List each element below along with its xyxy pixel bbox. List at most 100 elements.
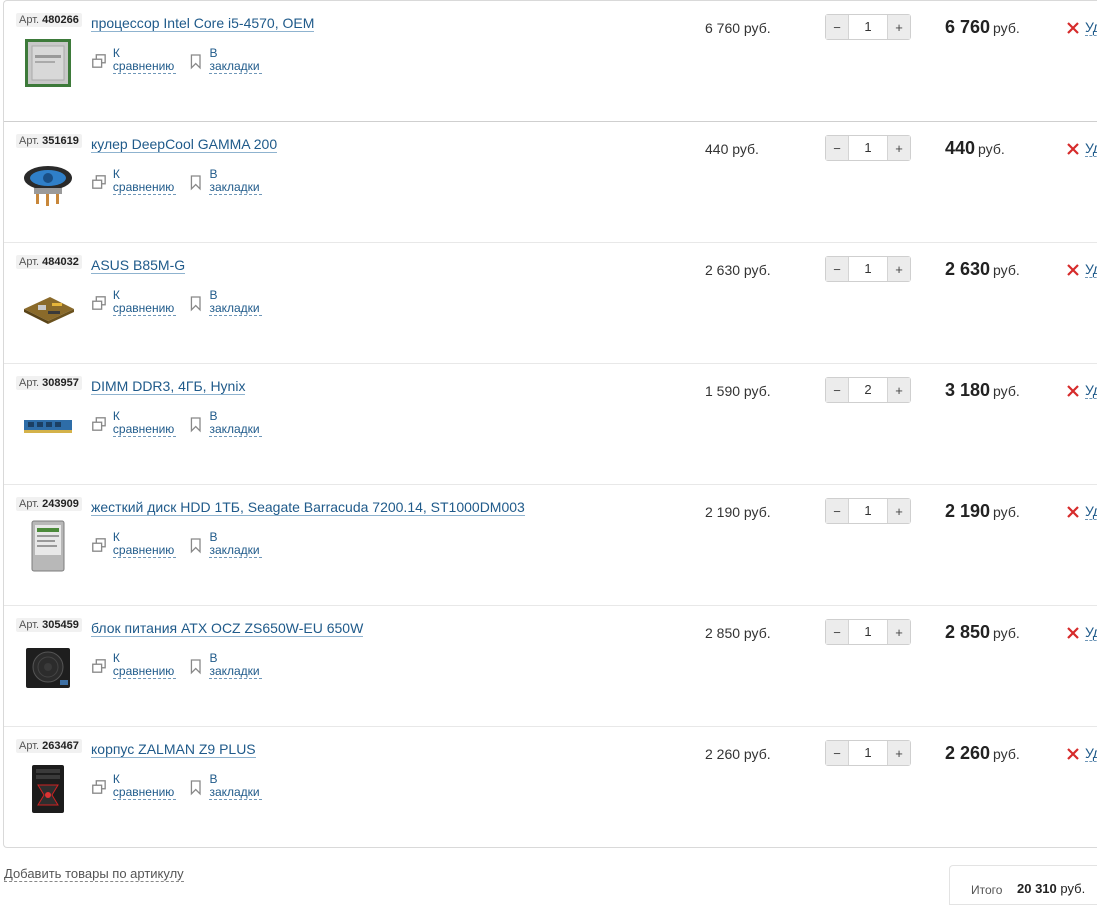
compare-action[interactable]: К сравнению (91, 410, 177, 437)
line-total: 2 190 руб. (945, 501, 1020, 522)
bookmark-label[interactable]: В закладки (209, 410, 263, 437)
cart-row: Арт. 480266 процессор Intel Core i5-4570… (4, 1, 1097, 122)
bookmark-label[interactable]: В закладки (209, 652, 263, 679)
delete-action[interactable]: Уд (1067, 262, 1097, 278)
product-title-link[interactable]: жесткий диск HDD 1ТБ, Seagate Barracuda … (91, 499, 525, 516)
article-number: 351619 (42, 135, 79, 147)
bookmark-action[interactable]: В закладки (188, 531, 263, 558)
motherboard-icon[interactable] (20, 277, 76, 333)
psu-icon[interactable] (20, 640, 76, 696)
compare-action[interactable]: К сравнению (91, 47, 177, 74)
delete-action[interactable]: Уд (1067, 383, 1097, 399)
close-icon (1067, 143, 1079, 155)
compare-action[interactable]: К сравнению (91, 652, 177, 679)
bookmark-action[interactable]: В закладки (188, 773, 263, 800)
currency-label: руб. (993, 625, 1020, 641)
quantity-stepper: − 1 + (825, 498, 911, 524)
compare-action[interactable]: К сравнению (91, 168, 177, 195)
article-badge: Арт. 484032 (16, 255, 82, 269)
product-title-link[interactable]: блок питания ATX OCZ ZS650W-EU 650W (91, 620, 364, 637)
decrease-button[interactable]: − (826, 136, 849, 160)
decrease-button[interactable]: − (826, 378, 849, 402)
compare-action[interactable]: К сравнению (91, 289, 177, 316)
decrease-button[interactable]: − (826, 499, 849, 523)
cooler-icon[interactable] (20, 156, 76, 212)
quantity-value[interactable]: 1 (849, 136, 887, 160)
bookmark-label[interactable]: В закладки (209, 531, 263, 558)
bookmark-label[interactable]: В закладки (209, 47, 263, 74)
line-total-value: 2 260 (945, 743, 991, 763)
product-title-link[interactable]: ASUS B85M-G (91, 257, 186, 274)
compare-label[interactable]: К сравнению (112, 289, 177, 316)
compare-icon (92, 658, 106, 673)
article-badge: Арт. 308957 (16, 376, 82, 390)
compare-label[interactable]: К сравнению (112, 531, 177, 558)
quantity-value[interactable]: 1 (849, 257, 887, 281)
delete-label[interactable]: Уд (1085, 504, 1097, 520)
compare-label[interactable]: К сравнению (112, 410, 177, 437)
decrease-button[interactable]: − (826, 257, 849, 281)
compare-action[interactable]: К сравнению (91, 773, 177, 800)
bookmark-icon (190, 779, 201, 795)
cart-row: Арт. 484032 ASUS B85M-G К сравнению В за… (4, 243, 1097, 364)
delete-action[interactable]: Уд (1067, 625, 1097, 641)
compare-label[interactable]: К сравнению (112, 47, 177, 74)
delete-label[interactable]: Уд (1085, 383, 1097, 399)
delete-label[interactable]: Уд (1085, 141, 1097, 157)
cpu-icon[interactable] (20, 35, 76, 91)
increase-button[interactable]: + (887, 620, 910, 644)
bookmark-action[interactable]: В закладки (188, 410, 263, 437)
bookmark-action[interactable]: В закладки (188, 47, 263, 74)
compare-action[interactable]: К сравнению (91, 531, 177, 558)
delete-label[interactable]: Уд (1085, 262, 1097, 278)
compare-label[interactable]: К сравнению (112, 652, 177, 679)
delete-label[interactable]: Уд (1085, 625, 1097, 641)
quantity-value[interactable]: 1 (849, 741, 887, 765)
case-icon[interactable] (20, 761, 76, 817)
bookmark-action[interactable]: В закладки (188, 652, 263, 679)
increase-button[interactable]: + (887, 378, 910, 402)
increase-button[interactable]: + (887, 136, 910, 160)
article-number: 480266 (42, 14, 79, 26)
compare-label[interactable]: К сравнению (112, 773, 177, 800)
quantity-value[interactable]: 2 (849, 378, 887, 402)
delete-action[interactable]: Уд (1067, 20, 1097, 36)
quantity-stepper: − 1 + (825, 740, 911, 766)
bookmark-action[interactable]: В закладки (188, 168, 263, 195)
product-title-link[interactable]: кулер DeepCool GAMMA 200 (91, 136, 278, 153)
delete-action[interactable]: Уд (1067, 504, 1097, 520)
compare-icon (92, 779, 106, 794)
bookmark-action[interactable]: В закладки (188, 289, 263, 316)
decrease-button[interactable]: − (826, 620, 849, 644)
compare-label[interactable]: К сравнению (112, 168, 177, 195)
decrease-button[interactable]: − (826, 15, 849, 39)
line-total-value: 6 760 (945, 17, 991, 37)
compare-icon (92, 416, 106, 431)
hdd-icon[interactable] (20, 519, 76, 575)
bookmark-label[interactable]: В закладки (209, 289, 263, 316)
product-title-link[interactable]: DIMM DDR3, 4ГБ, Hynix (91, 378, 246, 395)
increase-button[interactable]: + (887, 741, 910, 765)
increase-button[interactable]: + (887, 499, 910, 523)
bookmark-label[interactable]: В закладки (209, 168, 263, 195)
add-by-article-link[interactable]: Добавить товары по артикулу (4, 866, 184, 882)
close-icon (1067, 264, 1079, 276)
unit-price: 2 850 руб. (705, 625, 771, 641)
quantity-value[interactable]: 1 (849, 620, 887, 644)
quantity-stepper: − 1 + (825, 256, 911, 282)
quantity-value[interactable]: 1 (849, 15, 887, 39)
increase-button[interactable]: + (887, 257, 910, 281)
delete-action[interactable]: Уд (1067, 141, 1097, 157)
delete-action[interactable]: Уд (1067, 746, 1097, 762)
product-title-link[interactable]: корпус ZALMAN Z9 PLUS (91, 741, 256, 758)
quantity-stepper: − 1 + (825, 14, 911, 40)
bookmark-label[interactable]: В закладки (209, 773, 263, 800)
ram-icon[interactable] (20, 398, 76, 454)
unit-price: 6 760 руб. (705, 20, 771, 36)
decrease-button[interactable]: − (826, 741, 849, 765)
product-title-link[interactable]: процессор Intel Core i5-4570, OEM (91, 15, 315, 32)
quantity-value[interactable]: 1 (849, 499, 887, 523)
delete-label[interactable]: Уд (1085, 746, 1097, 762)
delete-label[interactable]: Уд (1085, 20, 1097, 36)
increase-button[interactable]: + (887, 15, 910, 39)
